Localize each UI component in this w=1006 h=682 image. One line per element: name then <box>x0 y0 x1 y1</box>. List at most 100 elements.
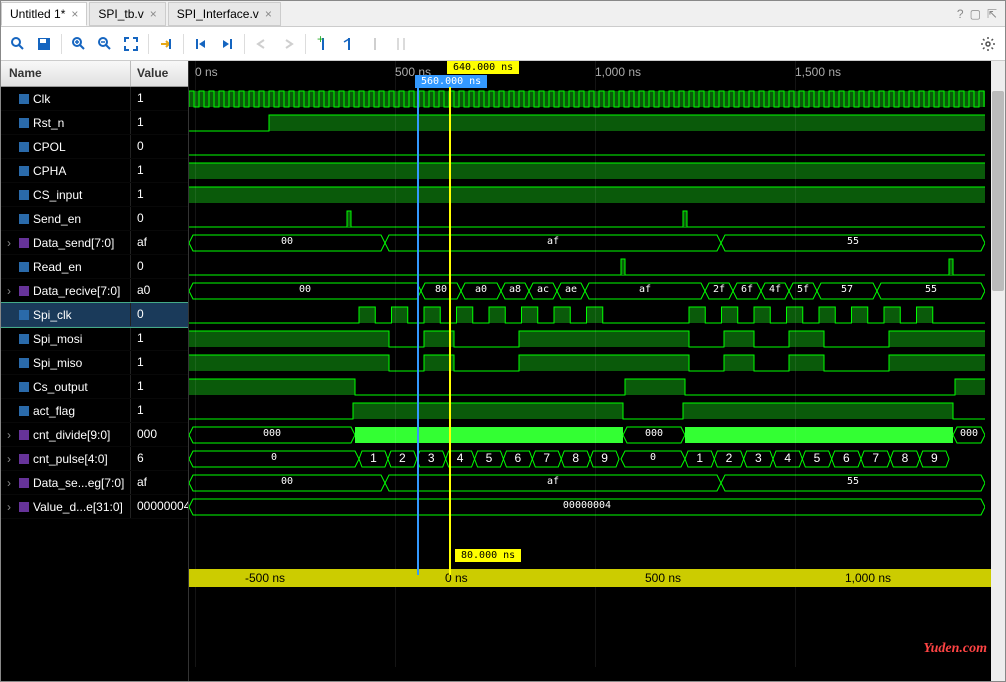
search-icon[interactable] <box>7 33 29 55</box>
signal-sidebar: Name Value Clk1Rst_n1CPOL0CPHA1CS_input1… <box>1 61 189 681</box>
svg-text:9: 9 <box>931 451 938 465</box>
signal-row[interactable]: act_flag1 <box>1 399 188 423</box>
signal-row[interactable]: ›Data_recive[7:0]a0 <box>1 279 188 303</box>
waveform-row[interactable]: 000000000 <box>189 423 1005 447</box>
close-icon[interactable]: × <box>265 7 272 21</box>
signal-value: 0 <box>131 135 188 158</box>
help-icon[interactable]: ? <box>957 7 964 21</box>
gear-icon[interactable] <box>977 33 999 55</box>
signal-row[interactable]: ›Data_send[7:0]af <box>1 231 188 255</box>
waveform-row[interactable] <box>189 159 1005 183</box>
svg-text:4: 4 <box>784 451 791 465</box>
bus-icon <box>19 502 29 512</box>
bottom-ruler[interactable]: -500 ns0 ns500 ns1,000 ns <box>189 569 1005 587</box>
waveform-row[interactable] <box>189 351 1005 375</box>
goto-cursor-icon[interactable] <box>155 33 177 55</box>
restore-icon[interactable]: ⇱ <box>987 7 997 21</box>
waveform-row[interactable] <box>189 303 1005 327</box>
zoom-fit-icon[interactable] <box>120 33 142 55</box>
column-value[interactable]: Value <box>131 61 188 86</box>
signal-row[interactable]: ›Value_d...e[31:0]00000004 <box>1 495 188 519</box>
signal-row[interactable]: Rst_n1 <box>1 111 188 135</box>
waveform-row[interactable]: 00af55 <box>189 231 1005 255</box>
svg-text:4: 4 <box>457 451 464 465</box>
signal-row[interactable]: Spi_clk0 <box>1 303 188 327</box>
signal-row[interactable]: ›cnt_divide[9:0]000 <box>1 423 188 447</box>
add-marker-icon[interactable]: + <box>312 33 334 55</box>
scrollbar-thumb[interactable] <box>992 91 1004 291</box>
toggle-marker-icon[interactable] <box>364 33 386 55</box>
signal-value: 1 <box>131 351 188 374</box>
signal-name: Spi_mosi <box>33 332 82 346</box>
time-ruler[interactable]: 0 ns500 ns1,000 ns1,500 ns <box>189 61 1005 87</box>
svg-text:8: 8 <box>902 451 909 465</box>
tab-spi-interface[interactable]: SPI_Interface.v × <box>168 2 281 26</box>
waveform-row[interactable] <box>189 255 1005 279</box>
signal-value: 1 <box>131 159 188 182</box>
tab-label: SPI_Interface.v <box>177 7 259 21</box>
zoom-out-icon[interactable] <box>94 33 116 55</box>
signal-name: CPHA <box>33 164 66 178</box>
v-scrollbar[interactable] <box>991 61 1005 681</box>
waveform-row[interactable] <box>189 375 1005 399</box>
waveform-row[interactable] <box>189 87 1005 111</box>
signal-row[interactable]: CPOL0 <box>1 135 188 159</box>
signal-value: af <box>131 471 188 494</box>
zoom-in-icon[interactable] <box>68 33 90 55</box>
signal-row[interactable]: Send_en0 <box>1 207 188 231</box>
waveform-row[interactable] <box>189 207 1005 231</box>
svg-text:2: 2 <box>399 451 406 465</box>
waveform-row[interactable]: 12345678912345678900 <box>189 447 1005 471</box>
waveform-row[interactable] <box>189 111 1005 135</box>
signal-icon <box>19 406 29 416</box>
signal-name: Cs_output <box>33 380 88 394</box>
waveform-area[interactable]: 0 ns500 ns1,000 ns1,500 ns 00af55 0080a0a… <box>189 61 1005 681</box>
secondary-cursor[interactable]: 560.000 ns <box>417 87 419 575</box>
column-name[interactable]: Name <box>1 61 131 86</box>
remove-marker-icon[interactable] <box>338 33 360 55</box>
prev-transition-icon[interactable] <box>251 33 273 55</box>
cursor-label: 640.000 ns <box>447 61 519 74</box>
signal-row[interactable]: Cs_output1 <box>1 375 188 399</box>
close-icon[interactable]: × <box>71 7 78 21</box>
waveform-row[interactable] <box>189 183 1005 207</box>
prev-edge-icon[interactable] <box>190 33 212 55</box>
signal-value: 0 <box>131 303 188 326</box>
next-edge-icon[interactable] <box>216 33 238 55</box>
tab-bar: Untitled 1*× SPI_tb.v× SPI_Interface.v× … <box>1 1 1005 27</box>
signal-value: 00000004 <box>131 495 188 518</box>
signal-icon <box>19 334 29 344</box>
waveform-row[interactable] <box>189 135 1005 159</box>
swap-marker-icon[interactable] <box>390 33 412 55</box>
maximize-icon[interactable]: ▢ <box>970 7 981 21</box>
next-transition-icon[interactable] <box>277 33 299 55</box>
waveform-row[interactable]: 00000004 <box>189 495 1005 519</box>
signal-name: Data_recive[7:0] <box>33 284 120 298</box>
waveform-row[interactable]: 00af55 <box>189 471 1005 495</box>
signal-name: Spi_miso <box>33 356 82 370</box>
watermark: Yuden.com <box>923 641 987 657</box>
signal-row[interactable]: Spi_mosi 1 <box>1 327 188 351</box>
signal-name: Read_en <box>33 260 82 274</box>
svg-text:5: 5 <box>814 451 821 465</box>
svg-text:1: 1 <box>696 451 703 465</box>
signal-row[interactable]: Read_en0 <box>1 255 188 279</box>
save-icon[interactable] <box>33 33 55 55</box>
close-icon[interactable]: × <box>150 7 157 21</box>
tab-untitled[interactable]: Untitled 1*× <box>1 2 87 26</box>
waveform-row[interactable] <box>189 399 1005 423</box>
signal-value: 0 <box>131 207 188 230</box>
h-scrollbar[interactable] <box>189 667 991 681</box>
signal-row[interactable]: CPHA 1 <box>1 159 188 183</box>
tab-spi-tb[interactable]: SPI_tb.v× <box>89 2 165 26</box>
signal-row[interactable]: CS_input1 <box>1 183 188 207</box>
signal-row[interactable]: Clk1 <box>1 87 188 111</box>
main-cursor[interactable]: 640.000 ns <box>449 87 451 575</box>
signal-row[interactable]: Spi_miso 1 <box>1 351 188 375</box>
signal-row[interactable]: ›Data_se...eg[7:0]af <box>1 471 188 495</box>
signal-row[interactable]: ›cnt_pulse[4:0]6 <box>1 447 188 471</box>
signal-name: CS_input <box>33 188 82 202</box>
waveform-row[interactable] <box>189 327 1005 351</box>
signal-value: 1 <box>131 327 188 350</box>
waveform-row[interactable]: 0080a0a8acaeaf2f6f4f5f5755 <box>189 279 1005 303</box>
